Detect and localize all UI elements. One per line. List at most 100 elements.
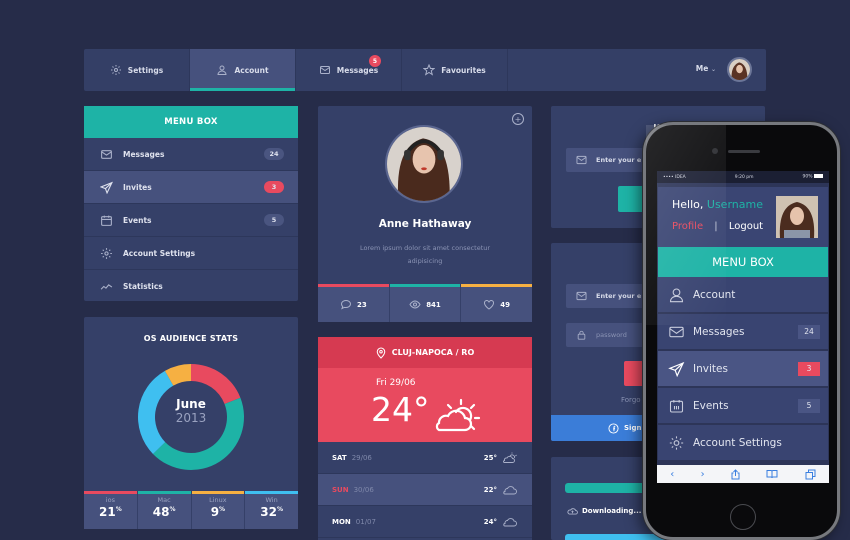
user-avatar[interactable]	[776, 196, 818, 238]
status-bar: •••• IDEA 9:20 pm 90%	[657, 171, 829, 183]
phone-menu-item-account-settings[interactable]: Account Settings	[658, 425, 828, 462]
profile-link[interactable]: Profile	[672, 221, 703, 232]
stat-likes[interactable]: 49	[461, 284, 533, 322]
home-button[interactable]	[730, 504, 756, 530]
forecast-row[interactable]: SAT 29/06 25°	[318, 442, 532, 474]
menu-item-label: Invites	[693, 362, 728, 375]
legend-ios: ios 21%	[84, 491, 138, 529]
forecast-row[interactable]: MON 01/07 24°	[318, 506, 532, 538]
weather-location: CLUJ-NAPOCA / RO	[391, 348, 475, 357]
phone-screen: •••• IDEA 9:20 pm 90% Hello, Username Pr…	[657, 171, 829, 483]
legend-linux: Linux 9%	[191, 491, 246, 529]
battery: 90%	[803, 174, 823, 180]
forecast-date: 30/06	[353, 485, 374, 494]
phone-menu-item-messages[interactable]: Messages 24	[658, 314, 828, 351]
legend-color-bar	[245, 491, 298, 494]
tab-account[interactable]: Account	[190, 49, 296, 91]
phone-speaker	[728, 150, 760, 153]
user-links: Profile | Logout	[672, 221, 764, 232]
stat-comments[interactable]: 23	[318, 284, 390, 322]
forecast-date: 01/07	[355, 517, 376, 526]
menu-item-events[interactable]: Events 5	[84, 204, 298, 237]
cloud-icon	[503, 485, 517, 494]
download-status: Downloading...	[567, 506, 641, 515]
envelope-icon	[669, 326, 684, 337]
legend-name: ios	[105, 496, 115, 504]
stat-value: 49	[500, 300, 511, 309]
weather-widget: CLUJ-NAPOCA / RO Fri 29/06 24° SAT 29/06…	[318, 337, 532, 540]
calendar-icon	[101, 215, 112, 226]
profile-stats: 23 841 49	[318, 284, 533, 322]
cloud-upload-icon	[567, 508, 578, 515]
menu-item-invites[interactable]: Invites 3	[84, 171, 298, 204]
eye-icon	[409, 300, 421, 309]
count-badge: 24	[798, 324, 820, 339]
forward-icon[interactable]: ›	[701, 469, 705, 480]
forecast-date: 29/06	[351, 453, 372, 462]
tab-favourites[interactable]: Favourites	[402, 49, 508, 91]
forecast-temp: 24°	[483, 517, 497, 526]
forecast-day: SAT	[332, 453, 347, 462]
forecast-temp: 22°	[483, 485, 497, 494]
tab-label: Settings	[127, 65, 164, 75]
forecast-day: SUN	[332, 485, 349, 494]
user-menu-label: Me	[695, 64, 709, 73]
back-icon[interactable]: ‹	[670, 469, 674, 480]
tab-settings[interactable]: Settings	[84, 49, 190, 91]
menu-item-label: Events	[123, 215, 152, 225]
map-pin-icon	[376, 346, 385, 359]
menu-item-label: Account	[693, 288, 736, 301]
envelope-icon	[576, 291, 587, 301]
envelope-icon	[319, 66, 330, 74]
menu-box-panel: MENU BOX Messages 24 Invites 3 Events 5 …	[84, 106, 298, 301]
username: Username	[706, 198, 763, 211]
top-navigation: Settings Account Messages 5 Favourites M…	[84, 49, 766, 91]
bookmarks-icon[interactable]	[766, 469, 778, 479]
donut-year: 2013	[175, 411, 207, 425]
profile-name: Anne Hathaway	[378, 218, 472, 230]
menu-item-account-settings[interactable]: Account Settings	[84, 237, 298, 270]
phone-menu-item-invites[interactable]: Invites 3	[658, 351, 828, 388]
forecast-row[interactable]: SUN 30/06 22°	[318, 474, 532, 506]
menu-item-label: Invites	[123, 182, 152, 192]
stat-value: 841	[426, 300, 441, 309]
tab-label: Favourites	[441, 65, 486, 75]
count-badge: 5	[264, 214, 284, 226]
plus-icon[interactable]: +	[512, 113, 524, 125]
legend-value: 9%	[210, 505, 226, 519]
share-icon[interactable]	[731, 468, 740, 480]
donut-month: June	[176, 397, 206, 411]
profile-avatar	[385, 125, 463, 203]
today-date: Fri 29/06	[376, 378, 416, 388]
star-icon	[423, 64, 436, 76]
calendar-icon	[669, 399, 684, 413]
stat-views[interactable]: 841	[389, 284, 462, 322]
password-placeholder: password	[596, 331, 627, 339]
partly-sunny-icon	[503, 452, 517, 463]
tabs-icon[interactable]	[805, 469, 816, 480]
user-icon	[669, 287, 684, 302]
greeting: Hello, Username	[672, 198, 763, 211]
menu-item-statistics[interactable]: Statistics	[84, 270, 298, 303]
user-menu[interactable]: Me ⌄	[696, 64, 716, 73]
chevron-down-icon: ⌄	[710, 66, 716, 73]
phone-menu-item-events[interactable]: Events 5	[658, 388, 828, 425]
paper-plane-icon	[100, 181, 113, 194]
avatar[interactable]	[727, 57, 752, 82]
forgot-password-link[interactable]: Forgo	[621, 396, 641, 404]
facebook-icon	[608, 422, 619, 434]
menu-item-messages[interactable]: Messages 24	[84, 138, 298, 171]
logout-link[interactable]: Logout	[729, 221, 763, 232]
os-audience-stats-panel: OS AUDIENCE STATS June 2013 ios 21% Mac …	[84, 317, 298, 529]
gear-icon	[110, 65, 121, 75]
gear-icon	[101, 247, 112, 259]
stat-value: 23	[356, 300, 367, 309]
safari-toolbar: ‹ ›	[657, 465, 829, 483]
envelope-icon	[101, 149, 112, 159]
messages-badge: 5	[369, 55, 381, 67]
legend-win: Win 32%	[245, 491, 298, 529]
tab-messages[interactable]: Messages 5	[296, 49, 402, 91]
profile-description: Lorem ipsum dolor sit amet consectetur a…	[359, 244, 491, 265]
phone-camera	[712, 148, 718, 154]
phone-menu-item-account[interactable]: Account	[658, 277, 828, 314]
